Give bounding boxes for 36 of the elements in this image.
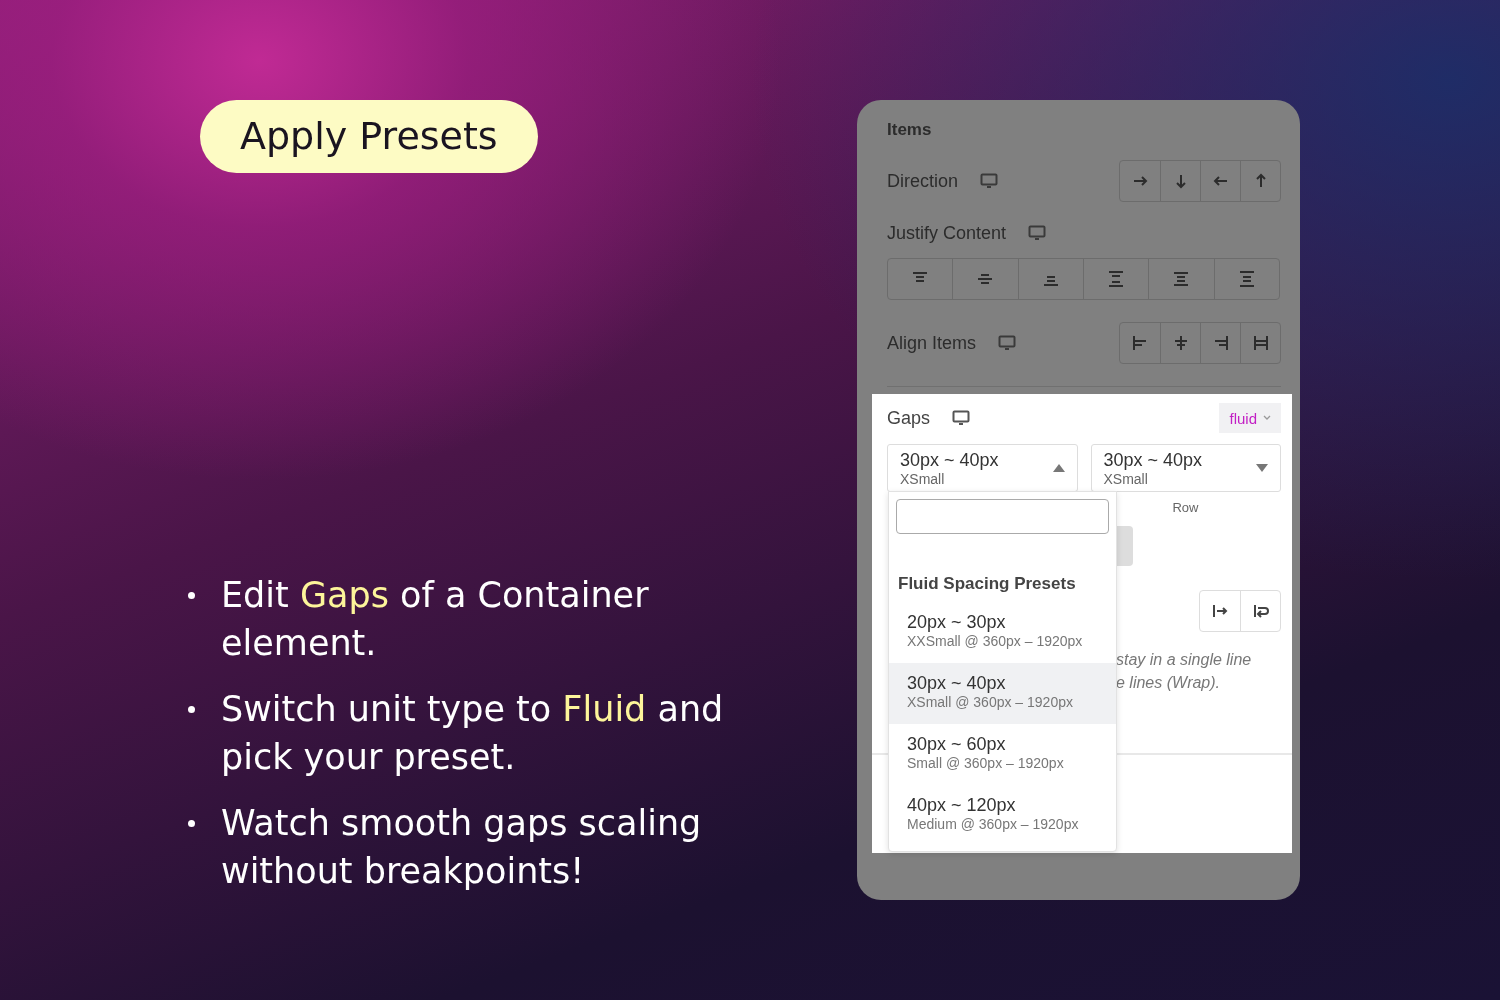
chevron-icon: [1263, 415, 1271, 421]
field-label: Direction: [887, 170, 959, 192]
bullet-text: Watch smooth gaps scaling without breakpoints!: [221, 802, 703, 893]
gap-select[interactable]: 30px ~ 40px XSmall: [887, 444, 1078, 492]
monitor-icon: [998, 335, 1017, 351]
monitor-icon: [1028, 225, 1047, 241]
monitor-icon: [952, 410, 971, 426]
unit-dropdown[interactable]: fluid: [1219, 403, 1281, 433]
bullet-text: Edit Gaps of a Container element.: [221, 574, 650, 665]
field-label: Gaps: [887, 407, 931, 429]
bullet-icon: [188, 706, 195, 713]
preset-option[interactable]: 30px ~ 40px XSmall @ 360px – 1920px: [889, 663, 1116, 724]
align-start-icon: [1131, 334, 1149, 352]
field-label: Justify Content: [887, 222, 1007, 244]
wrap-icon: [1251, 602, 1270, 620]
no-wrap-icon: [1211, 602, 1229, 620]
hint-text: e lines (Wrap).: [1116, 673, 1222, 693]
preset-option[interactable]: 40px ~ 120px Medium @ 360px – 1920px: [889, 785, 1116, 846]
hint-text: stay in a single line: [1116, 650, 1253, 670]
title-badge: Apply Presets: [200, 100, 538, 173]
bullet-text: Switch unit type to Fluid and pick your preset.: [221, 688, 725, 779]
field-label: Align Items: [887, 332, 977, 354]
monitor-icon: [980, 173, 999, 189]
preset-option[interactable]: 30px ~ 60px Small @ 360px – 1920px: [889, 724, 1116, 785]
group-title: Fluid Spacing Presets: [897, 573, 1077, 595]
search-field[interactable]: [896, 499, 1109, 534]
preset-option[interactable]: 20px ~ 30px XXSmall @ 360px – 1920px: [889, 602, 1116, 663]
justify-evenly-icon: [1237, 270, 1256, 288]
bullet-icon: [188, 820, 195, 827]
justify-around-icon: [1172, 270, 1191, 288]
row-caption: Row: [1171, 500, 1200, 515]
bullet-icon: [188, 592, 195, 599]
align-stretch-icon: [1251, 334, 1270, 352]
gap-select[interactable]: 30px ~ 40px XSmall: [1090, 444, 1281, 492]
justify-between-icon: [1107, 270, 1126, 288]
section-title: Items: [887, 119, 933, 141]
